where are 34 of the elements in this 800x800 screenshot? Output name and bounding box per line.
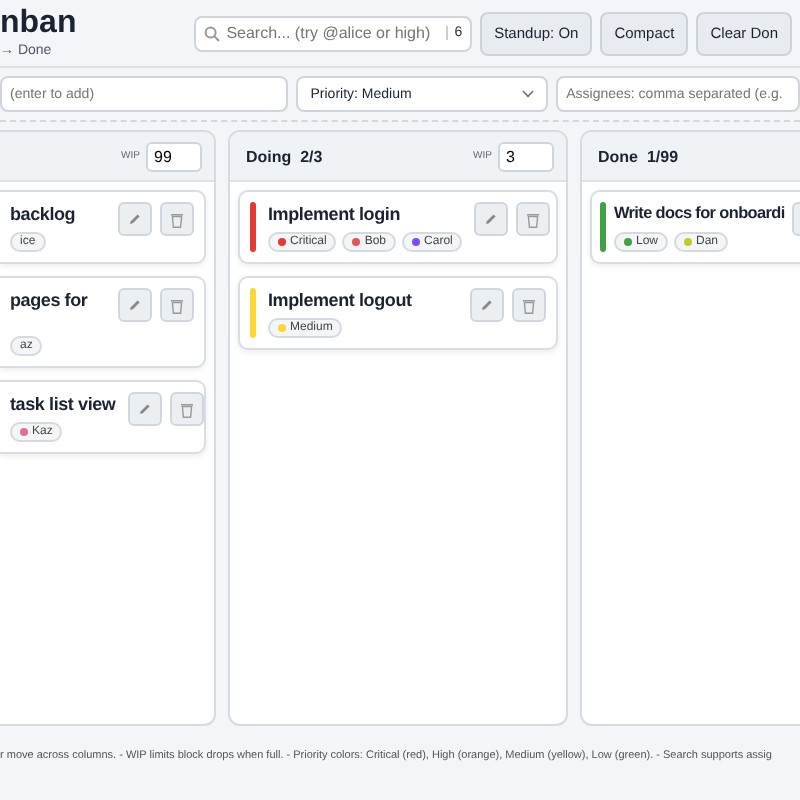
delete-button[interactable] — [516, 202, 551, 236]
pencil-icon — [484, 212, 499, 226]
pencil-icon — [128, 212, 142, 226]
search-icon — [204, 25, 221, 41]
delete-button[interactable] — [160, 288, 194, 322]
trash-icon — [522, 297, 536, 313]
edit-button[interactable] — [127, 392, 162, 426]
card-title: task list view — [10, 392, 116, 416]
delete-button[interactable] — [160, 202, 194, 236]
card-title: Write docs for onboardi — [614, 202, 785, 226]
trash-icon — [179, 401, 194, 417]
delete-button[interactable] — [169, 392, 204, 426]
card-title: pages for — [10, 288, 90, 312]
pencil-icon — [128, 298, 142, 312]
column-title: Done 1/99 — [598, 147, 679, 165]
edit-button[interactable] — [118, 288, 152, 322]
wip-input[interactable]: 99 — [146, 141, 202, 171]
delete-button[interactable] — [512, 288, 546, 322]
search-input[interactable]: Search... (try @alice or high) — [220, 24, 447, 42]
edit-button[interactable] — [118, 202, 152, 236]
chevron-down-icon — [522, 90, 535, 98]
card-title: backlog — [10, 202, 78, 226]
pencil-icon — [137, 402, 152, 416]
trash-icon — [170, 297, 184, 313]
edit-button[interactable] — [470, 288, 504, 322]
edit-button[interactable] — [474, 202, 509, 236]
wip-input[interactable]: 3 — [498, 141, 554, 171]
trash-icon — [170, 211, 184, 227]
trash-icon — [526, 211, 541, 227]
card-title: Implement login — [268, 202, 403, 226]
column-title: Doing 2/3 — [246, 147, 323, 165]
card-title: Implement logout — [268, 288, 414, 312]
pencil-icon — [480, 298, 494, 312]
app-title: nban — [0, 6, 79, 42]
